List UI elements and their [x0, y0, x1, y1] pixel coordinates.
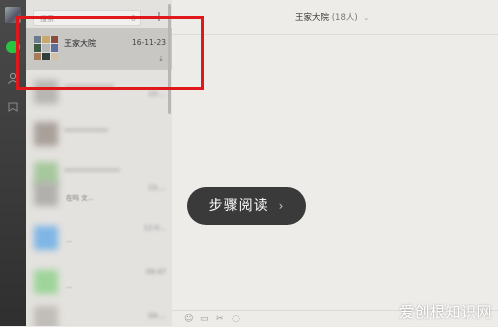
avatar — [34, 306, 58, 326]
conversation-time: 12:0... — [143, 224, 166, 232]
message-snippet: 在吗 文... — [66, 194, 94, 202]
search-clear-icon[interactable]: 0 — [131, 11, 136, 27]
list-item[interactable]: ... 12:0... — [26, 218, 172, 260]
scrollbar[interactable] — [168, 4, 171, 114]
chat-title-name: 王家大院 — [295, 13, 330, 23]
chat-icon[interactable] — [6, 41, 20, 53]
chat-bubble-icon[interactable]: ◌ — [232, 314, 240, 324]
chevron-down-icon[interactable]: ⌄ — [363, 14, 369, 22]
folder-icon[interactable]: ▭ — [200, 314, 209, 324]
avatar — [34, 270, 58, 294]
add-chat-button[interactable]: + — [151, 9, 167, 25]
contacts-icon[interactable] — [7, 72, 19, 84]
search-placeholder: 搜索 — [40, 15, 54, 23]
list-item[interactable] — [26, 114, 172, 156]
emoji-icon[interactable]: ☺ — [184, 314, 193, 324]
avatar — [34, 122, 58, 146]
chat-title[interactable]: 王家大院 (18人) ⌄ — [295, 11, 369, 23]
conversation-time: 15:... — [148, 184, 166, 192]
conversation-item-selected[interactable]: 王家大院 16-11-23 ⇣ — [26, 28, 172, 70]
avatar — [34, 80, 58, 104]
collections-icon[interactable] — [7, 101, 19, 113]
message-snippet: ... — [66, 282, 73, 290]
chevron-right-icon: › — [278, 199, 285, 213]
step-reading-button[interactable]: 步骤阅读 › — [187, 187, 306, 225]
list-item[interactable]: 15:... — [26, 72, 172, 114]
chat-pane: 王家大院 (18人) ⌄ ☺ ▭ ✂ ◌ — [172, 0, 498, 326]
conversation-time: 16-11-23 — [131, 38, 166, 47]
list-item[interactable]: 在吗 文... 15:... — [26, 178, 172, 220]
message-snippet: ... — [66, 236, 73, 244]
pin-icon: ⇣ — [158, 55, 164, 63]
chat-header: 王家大院 (18人) ⌄ — [172, 0, 498, 35]
avatar — [34, 182, 58, 206]
list-item[interactable]: 09:... — [26, 298, 172, 326]
conversation-time: 09:... — [148, 312, 166, 320]
watermark: 爱创根知识网 — [398, 303, 492, 321]
avatar — [34, 226, 58, 250]
search-input[interactable]: 搜索 0 — [33, 10, 141, 26]
conversation-name: 王家大院 — [64, 39, 96, 48]
conversation-list: 搜索 0 + 王家大院 16-11-23 ⇣ 15:... 在吗 文... 15… — [26, 0, 172, 326]
scissors-icon[interactable]: ✂ — [216, 314, 224, 324]
user-avatar[interactable] — [5, 7, 21, 23]
step-reading-label: 步骤阅读 — [208, 198, 269, 214]
nav-rail — [0, 0, 26, 326]
member-count: (18人) — [331, 13, 358, 23]
group-avatar — [34, 36, 58, 60]
conversation-time: 09:47 — [145, 268, 166, 276]
conversation-time: 15:... — [148, 90, 166, 98]
